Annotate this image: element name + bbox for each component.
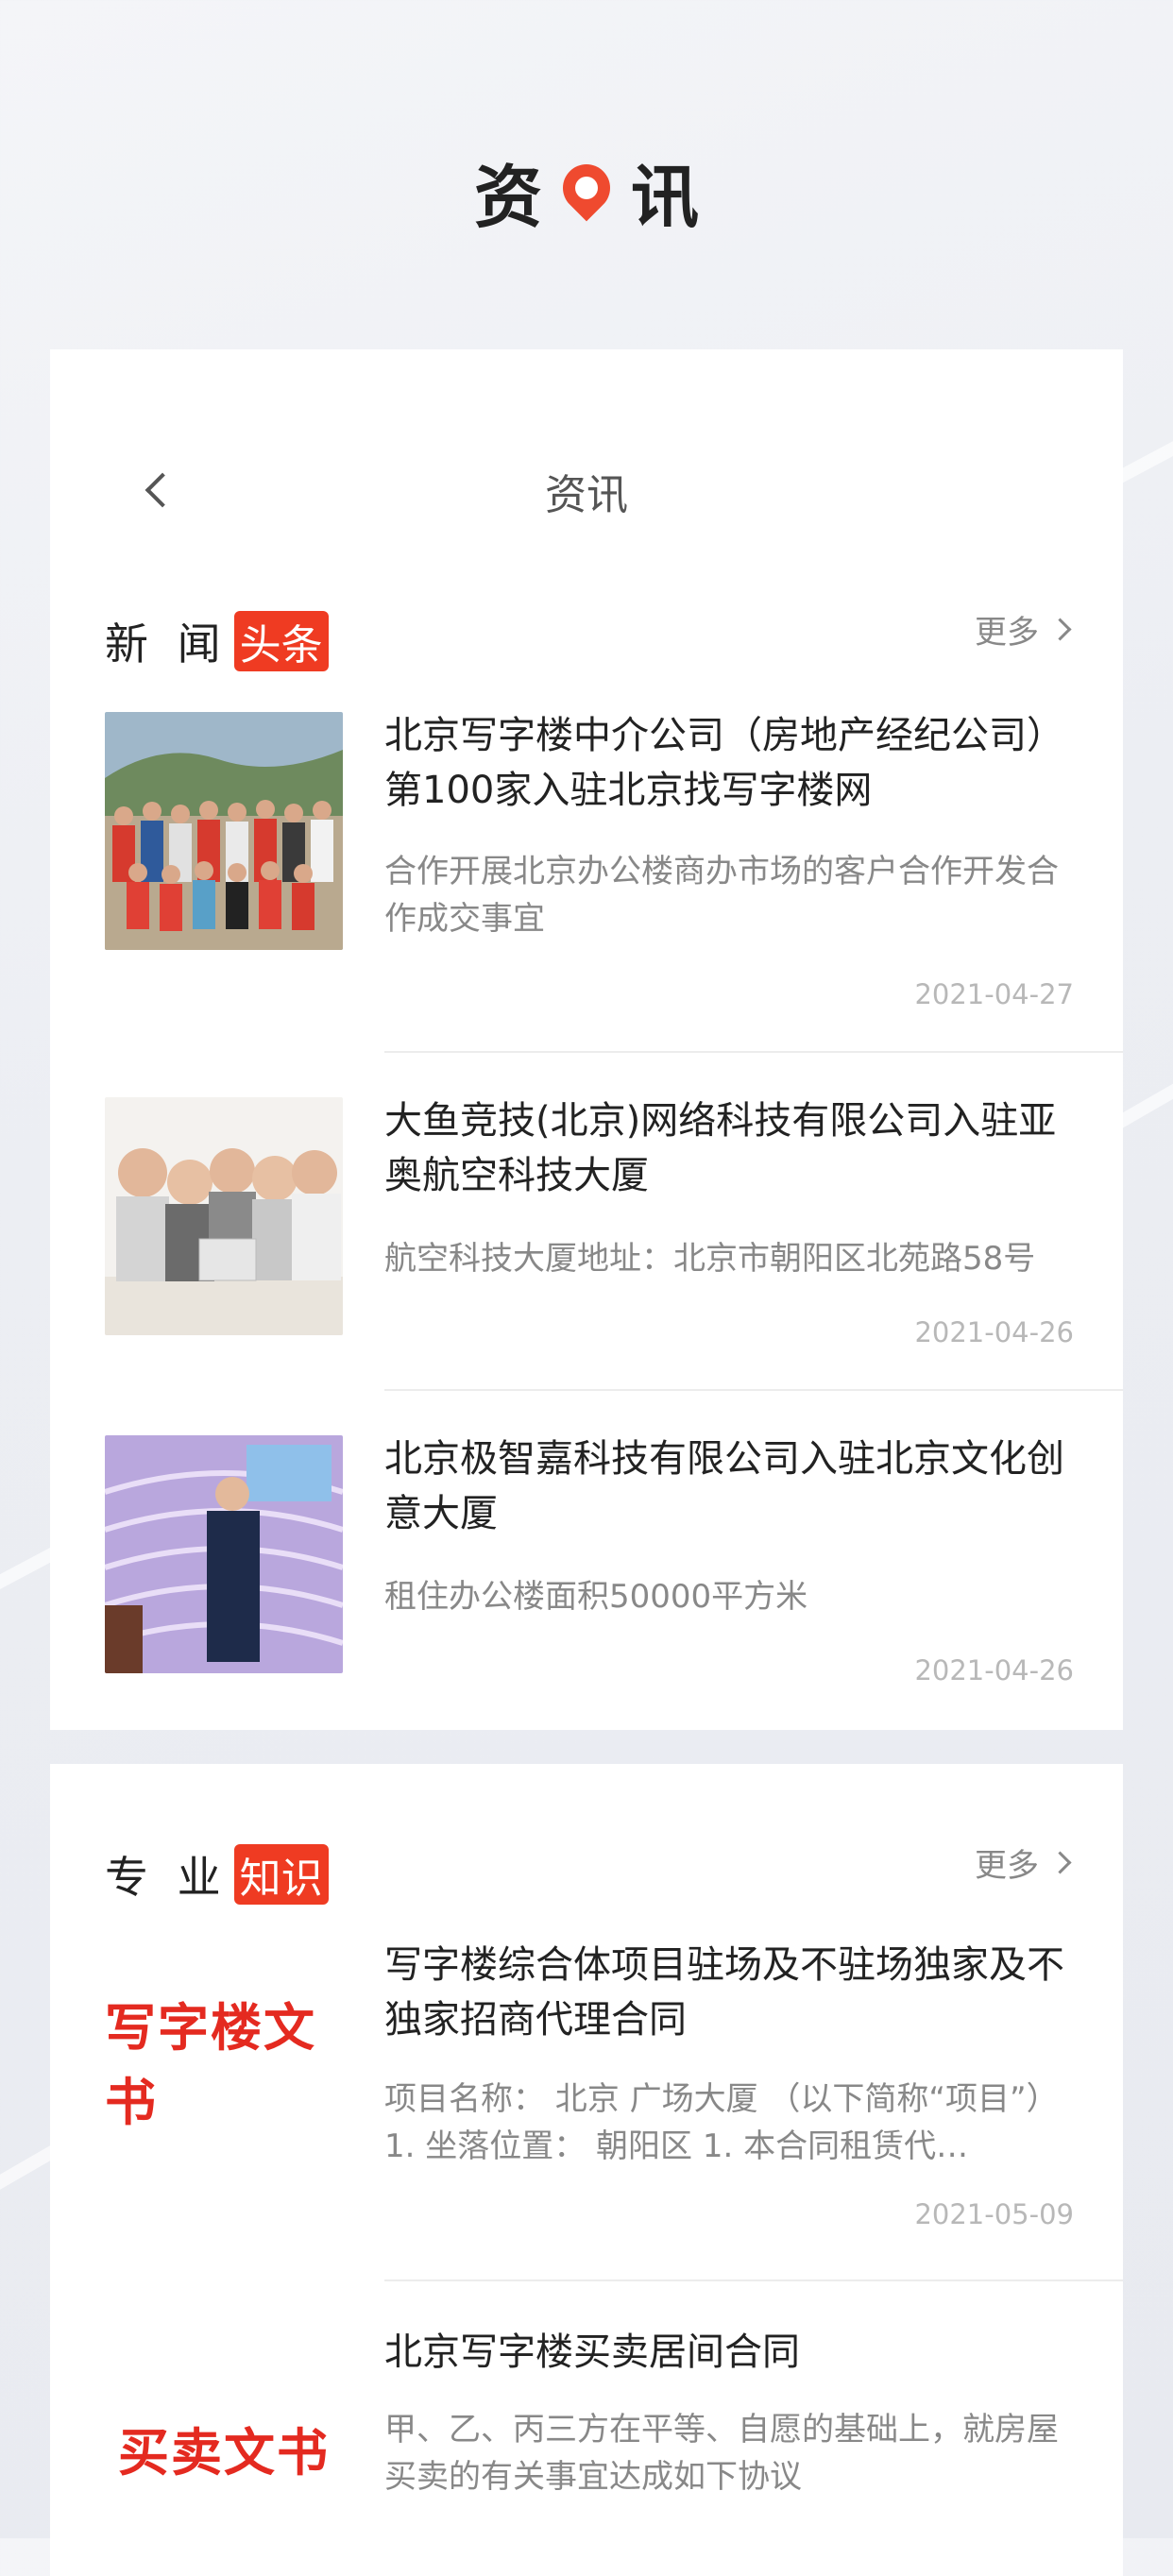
chevron-right-icon	[1048, 618, 1071, 640]
page-header: 资 讯	[0, 142, 1173, 236]
knowledge-tag: 知识	[234, 1844, 329, 1905]
knowledge-item-date: 2021-05-09	[914, 2198, 1074, 2230]
news-item-date: 2021-04-27	[914, 978, 1074, 1010]
knowledge-item-desc: 甲、乙、丙三方在平等、自愿的基础上，就房屋买卖的有关事宜达成如下协议	[384, 2406, 1074, 2500]
news-section-title: 新 闻头条	[105, 610, 329, 672]
location-pin-icon	[559, 164, 614, 219]
chevron-right-icon	[1048, 1851, 1071, 1873]
news-item-date: 2021-04-26	[914, 1316, 1074, 1348]
news-photo	[105, 1097, 343, 1335]
news-item-date: 2021-04-26	[914, 1654, 1074, 1686]
news-item-desc: 租住办公楼面积50000平方米	[384, 1573, 1074, 1620]
nav-bar: 资讯	[50, 453, 1123, 529]
knowledge-card: 专 业知识 更多 写字楼文书 写字楼综合体项目驻场及不驻场独家及不独家招商代理合…	[50, 1764, 1123, 2576]
nav-title: 资讯	[50, 461, 1123, 521]
knowledge-list-item[interactable]: 买卖文书 北京写字楼买卖居间合同 甲、乙、丙三方在平等、自愿的基础上，就房屋买卖…	[105, 2329, 1123, 2555]
news-item-desc: 合作开展北京办公楼商办市场的客户合作开发合作成交事宜	[384, 848, 1074, 942]
divider	[384, 2279, 1123, 2281]
knowledge-more-label: 更多	[975, 1839, 1039, 1886]
news-list-item[interactable]: 北京写字楼中介公司（房地产经纪公司）第100家入驻北京找写字楼网 合作开展北京办…	[105, 712, 1123, 1042]
news-photo	[105, 1435, 343, 1673]
header-title-right: 讯	[631, 142, 699, 241]
news-photo	[105, 712, 343, 950]
knowledge-item-title: 写字楼综合体项目驻场及不驻场独家及不独家招商代理合同	[384, 1938, 1074, 2047]
knowledge-list-item[interactable]: 写字楼文书 写字楼综合体项目驻场及不驻场独家及不独家招商代理合同 项目名称： 北…	[105, 1941, 1123, 2262]
knowledge-title-text: 专 业	[105, 1852, 229, 1903]
news-title-text: 新 闻	[105, 619, 229, 669]
news-item-desc: 航空科技大厦地址：北京市朝阳区北苑路58号	[384, 1235, 1074, 1282]
knowledge-item-title: 北京写字楼买卖居间合同	[384, 2325, 1074, 2380]
header-title-left: 资	[474, 142, 542, 241]
document-thumbnail: 买卖文书	[105, 2329, 343, 2567]
knowledge-item-desc: 项目名称： 北京 广场大厦 （以下简称“项目”） 1. 坐落位置： 朝阳区 1.…	[384, 2076, 1074, 2170]
document-thumbnail: 写字楼文书	[105, 1941, 343, 2179]
knowledge-more-link[interactable]: 更多	[975, 1839, 1068, 1886]
news-item-title: 大鱼竞技(北京)网络科技有限公司入驻亚奥航空科技大厦	[384, 1093, 1074, 1203]
news-list-item[interactable]: 北京极智嘉科技有限公司入驻北京文化创意大厦 租住办公楼面积50000平方米 20…	[105, 1435, 1123, 1719]
news-item-title: 北京极智嘉科技有限公司入驻北京文化创意大厦	[384, 1432, 1074, 1541]
news-more-link[interactable]: 更多	[975, 606, 1068, 652]
headline-tag: 头条	[234, 611, 329, 671]
divider	[384, 1051, 1123, 1053]
news-more-label: 更多	[975, 606, 1039, 652]
divider	[384, 1389, 1123, 1391]
news-card: 资讯 新 闻头条 更多	[50, 349, 1123, 1730]
news-section-header: 新 闻头条 更多	[105, 602, 1068, 669]
knowledge-section-header: 专 业知识 更多	[105, 1836, 1068, 1902]
news-item-title: 北京写字楼中介公司（房地产经纪公司）第100家入驻北京找写字楼网	[384, 708, 1074, 818]
knowledge-section-title: 专 业知识	[105, 1843, 329, 1906]
news-list-item[interactable]: 大鱼竞技(北京)网络科技有限公司入驻亚奥航空科技大厦 航空科技大厦地址：北京市朝…	[105, 1097, 1123, 1399]
